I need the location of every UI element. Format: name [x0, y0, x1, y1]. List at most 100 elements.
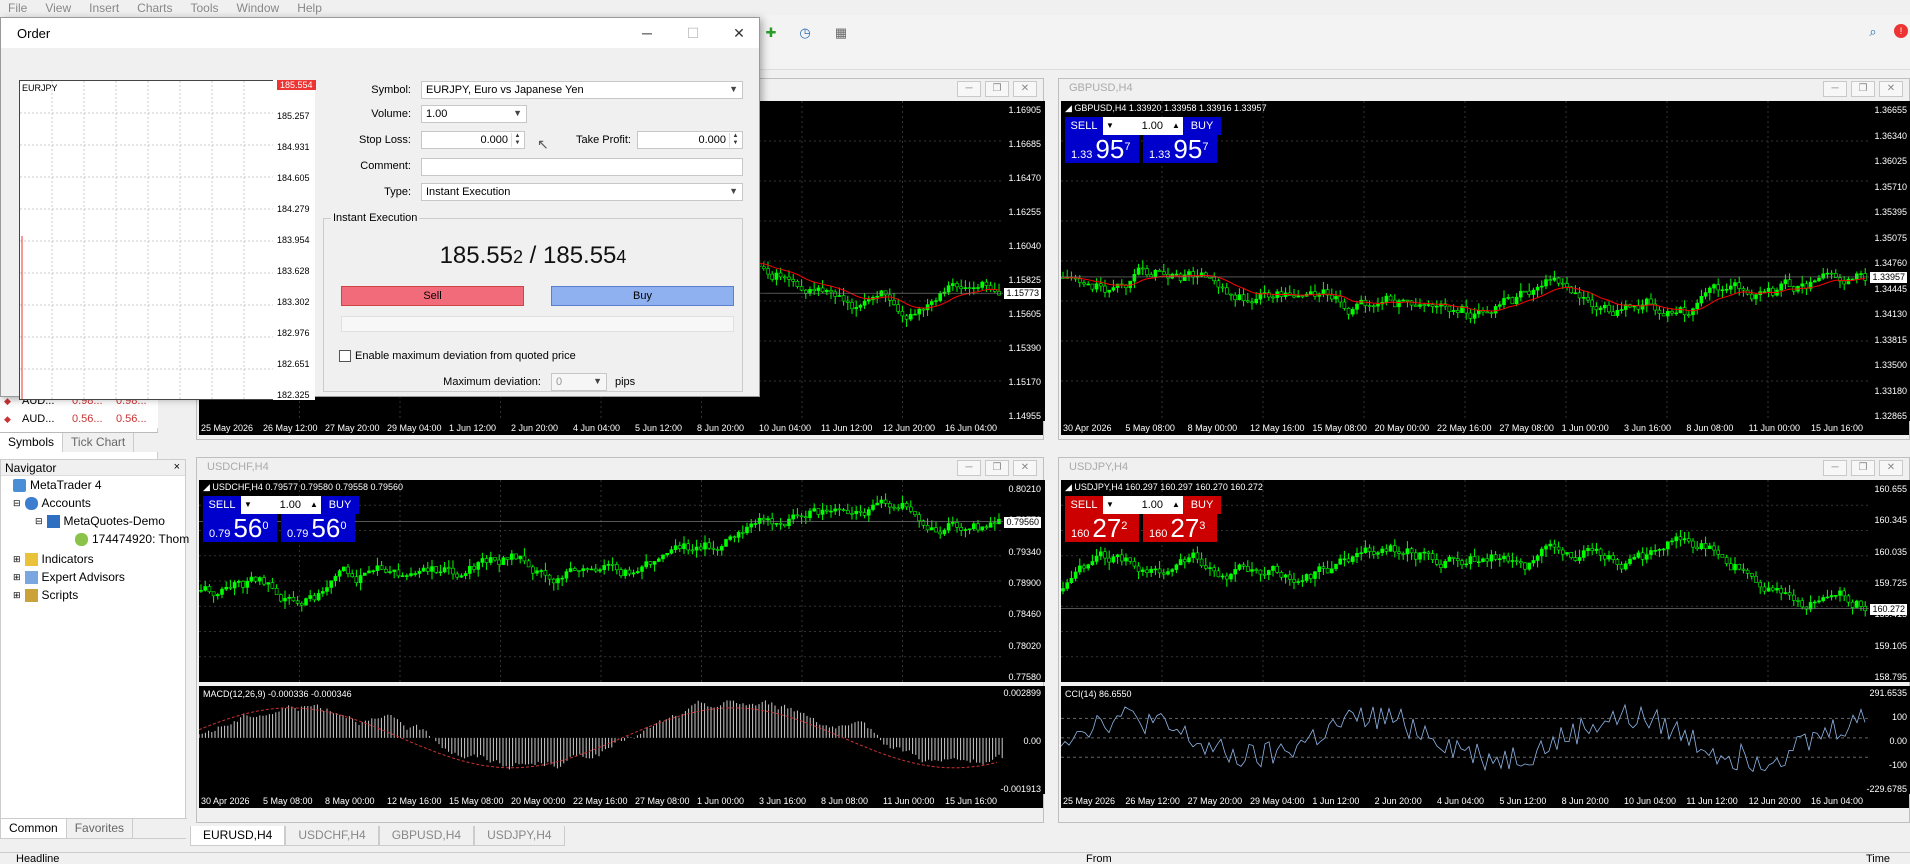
- menu-tools[interactable]: Tools: [191, 1, 219, 15]
- menu-file[interactable]: File: [8, 1, 27, 15]
- minimize-icon[interactable]: ─: [1823, 81, 1847, 97]
- one-click-buy-price[interactable]: 1.33 957: [1143, 135, 1217, 163]
- close-icon[interactable]: ✕: [719, 22, 759, 44]
- one-click-sell-price[interactable]: 1.33 957: [1065, 135, 1139, 163]
- sell-button[interactable]: Sell: [341, 286, 524, 306]
- volume-up-icon[interactable]: ▲: [1169, 496, 1183, 514]
- chart-window-usdjpy[interactable]: USDJPY,H4 ─ ❐ ✕ ◢ USDJPY,H4 160.297 160.297 …: [1058, 457, 1910, 823]
- minimize-icon[interactable]: ─: [1823, 460, 1847, 476]
- chart-window-usdchf[interactable]: USDCHF,H4 ─ ❐ ✕ ◢ USDCHF,H4 0.79577 0.79580 …: [196, 457, 1045, 823]
- candle-body: [980, 526, 985, 531]
- restore-icon[interactable]: ❐: [985, 81, 1009, 97]
- minimize-icon[interactable]: ─: [957, 460, 981, 476]
- restore-icon[interactable]: ❐: [1851, 81, 1875, 97]
- candle-body: [199, 590, 203, 592]
- nav-experts[interactable]: ⊞ Expert Advisors: [13, 570, 125, 584]
- volume-down-icon[interactable]: ▼: [1103, 117, 1117, 135]
- one-click-sell-button[interactable]: SELL: [203, 496, 241, 514]
- close-icon[interactable]: ✕: [1879, 81, 1903, 97]
- close-icon[interactable]: ✕: [1879, 460, 1903, 476]
- one-click-buy-price[interactable]: 0.79 560: [281, 514, 355, 542]
- menu-charts[interactable]: Charts: [137, 1, 172, 15]
- indicator-plot[interactable]: MACD(12,26,9) -0.000336 -0.000346: [199, 686, 1003, 794]
- price-plot[interactable]: ◢ GBPUSD,H4 1.33920 1.33958 1.33916 1.33…: [1061, 101, 1869, 421]
- one-click-volume[interactable]: 1.00: [255, 496, 307, 514]
- search-icon[interactable]: ⌕: [1864, 23, 1882, 41]
- volume-down-icon[interactable]: ▼: [241, 496, 255, 514]
- nav-scripts[interactable]: ⊞ Scripts: [13, 588, 78, 602]
- candle-body: [1271, 565, 1275, 571]
- nav-metatrader[interactable]: MetaTrader 4: [13, 478, 102, 492]
- one-click-sell-button[interactable]: SELL: [1065, 117, 1103, 135]
- notification-icon[interactable]: !: [1894, 24, 1908, 38]
- buy-button[interactable]: Buy: [551, 286, 734, 306]
- candle-body: [253, 576, 258, 582]
- nav-account[interactable]: 174474920: Thom: [75, 532, 189, 546]
- one-click-volume[interactable]: 1.00: [1117, 496, 1169, 514]
- volume-select[interactable]: 1.00 ▼: [421, 105, 527, 123]
- current-price-tag: 1.15773: [1004, 288, 1041, 300]
- chart-window-gbpusd[interactable]: GBPUSD,H4 ─ ❐ ✕ ◢ GBPUSD,H4 1.33920 1.33958 …: [1058, 78, 1910, 440]
- volume-up-icon[interactable]: ▲: [1169, 117, 1183, 135]
- minimize-icon[interactable]: ─: [957, 81, 981, 97]
- candle-body: [1569, 552, 1574, 559]
- market-watch-row[interactable]: ◆ AUD... 0.56... 0.56...: [0, 410, 158, 428]
- menu-insert[interactable]: Insert: [89, 1, 119, 15]
- candle-body: [1422, 551, 1427, 554]
- restore-icon[interactable]: ❐: [985, 460, 1009, 476]
- close-icon[interactable]: ✕: [1013, 81, 1037, 97]
- minimize-icon[interactable]: ─: [627, 22, 667, 44]
- volume-up-icon[interactable]: ▲: [307, 496, 321, 514]
- new-order-icon[interactable]: ✚: [762, 24, 780, 42]
- deviation-checkbox[interactable]: [339, 350, 351, 362]
- nav-server[interactable]: ⊟ MetaQuotes-Demo: [35, 514, 165, 528]
- one-click-buy-button[interactable]: BUY: [1183, 496, 1221, 514]
- time-axis: 25 May 2026 26 May 12:00 27 May 20:00 29 Ma…: [1061, 794, 1909, 808]
- menu-view[interactable]: View: [45, 1, 71, 15]
- close-icon[interactable]: ✕: [1013, 460, 1037, 476]
- clock-icon[interactable]: ◷: [796, 24, 814, 42]
- stop-loss-input[interactable]: 0.000 ▲ ▼: [421, 131, 525, 149]
- menu-window[interactable]: Window: [237, 1, 280, 15]
- candle-body: [812, 508, 817, 512]
- one-click-sell-price[interactable]: 0.79 560: [203, 514, 277, 542]
- indicator-tick: 0.00: [1889, 736, 1907, 746]
- tab-usdchf[interactable]: USDCHF,H4: [285, 826, 379, 846]
- indicator-plot[interactable]: CCI(14) 86.6550: [1061, 686, 1869, 794]
- candle-body: [379, 565, 384, 570]
- take-profit-input[interactable]: 0.000 ▲ ▼: [637, 131, 743, 149]
- nav-accounts[interactable]: ⊟ Accounts: [13, 496, 91, 510]
- candle-body: [778, 272, 783, 278]
- tab-gbpusd[interactable]: GBPUSD,H4: [378, 826, 475, 846]
- template-icon[interactable]: ▦: [832, 24, 850, 42]
- comment-input[interactable]: [421, 158, 743, 176]
- type-select[interactable]: Instant Execution ▼: [421, 183, 743, 201]
- restore-icon[interactable]: ❐: [1851, 460, 1875, 476]
- nav-indicators[interactable]: ⊞ Indicators: [13, 552, 94, 566]
- tab-symbols[interactable]: Symbols: [0, 433, 64, 452]
- tab-favorites[interactable]: Favorites: [66, 819, 134, 838]
- spinner-icon[interactable]: ▲ ▼: [729, 133, 741, 147]
- candle-body: [1539, 548, 1544, 557]
- tab-tick-chart[interactable]: Tick Chart: [63, 433, 135, 452]
- close-icon[interactable]: ×: [174, 461, 180, 473]
- one-click-volume[interactable]: 1.00: [1117, 117, 1169, 135]
- menu-help[interactable]: Help: [297, 1, 322, 15]
- one-click-buy-button[interactable]: BUY: [321, 496, 359, 514]
- one-click-sell-button[interactable]: SELL: [1065, 496, 1103, 514]
- symbol-select[interactable]: EURJPY, Euro vs Japanese Yen ▼: [421, 81, 743, 99]
- one-click-buy-button[interactable]: BUY: [1183, 117, 1221, 135]
- tab-eurusd[interactable]: EURUSD,H4: [190, 826, 286, 846]
- candle-body: [698, 546, 703, 550]
- candle-body: [522, 555, 527, 562]
- spinner-icon[interactable]: ▲ ▼: [511, 133, 523, 147]
- tab-common[interactable]: Common: [1, 819, 67, 838]
- price-plot[interactable]: ◢ USDCHF,H4 0.79577 0.79580 0.79558 0.79…: [199, 480, 1003, 682]
- volume-down-icon[interactable]: ▼: [1103, 496, 1117, 514]
- tab-usdjpy[interactable]: USDJPY,H4: [474, 826, 565, 846]
- price-plot[interactable]: ◢ USDJPY,H4 160.297 160.297 160.270 160.…: [1061, 480, 1869, 682]
- one-click-buy-price[interactable]: 160 273: [1143, 514, 1217, 542]
- candle-body: [1204, 565, 1208, 569]
- take-profit-label: Take Profit:: [575, 134, 631, 146]
- one-click-sell-price[interactable]: 160 272: [1065, 514, 1139, 542]
